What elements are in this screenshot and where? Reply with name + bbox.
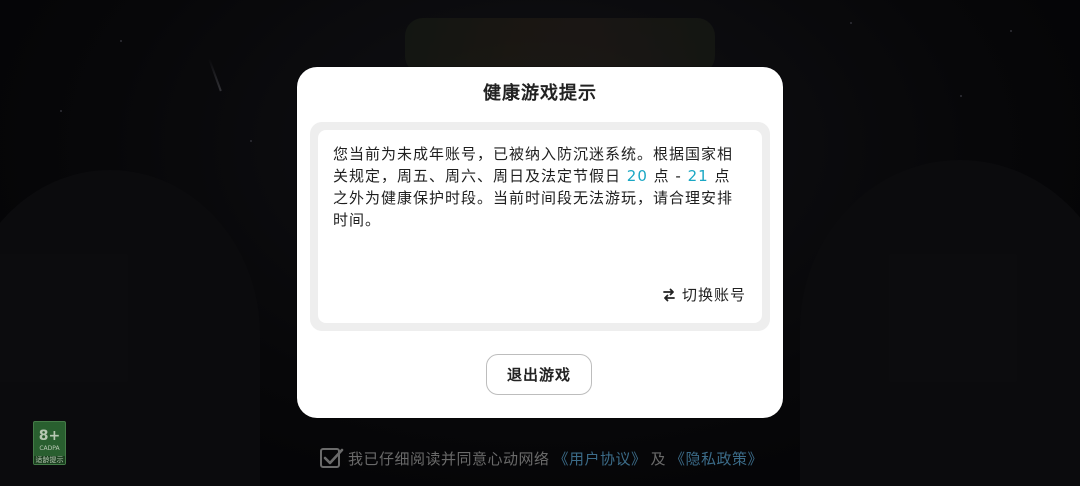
agreement-checkbox[interactable] xyxy=(320,448,344,468)
message-panel: 您当前为未成年账号，已被纳入防沉迷系统。根据国家相关规定，周五、周六、周日及法定… xyxy=(318,130,762,323)
agreement-text: 我已仔细阅读并同意心动网络 xyxy=(348,449,550,468)
swap-arrows-icon xyxy=(662,288,676,302)
agreement-row: 我已仔细阅读并同意心动网络 《用户协议》 及 《隐私政策》 xyxy=(320,446,763,470)
age-rating-value: 8+ xyxy=(38,428,61,444)
age-rating-org: CADPA xyxy=(39,445,60,452)
allowed-start-hour: 20 xyxy=(626,167,648,185)
checkmark-icon xyxy=(323,448,344,465)
agreement-and-text: 及 xyxy=(650,449,667,468)
age-rating-caption: 适龄提示 xyxy=(34,456,65,464)
privacy-policy-link[interactable]: 《隐私政策》 xyxy=(670,448,763,469)
switch-account-label: 切换账号 xyxy=(681,286,746,304)
dialog-title: 健康游戏提示 xyxy=(483,83,597,104)
allowed-end-hour: 21 xyxy=(687,167,709,185)
user-agreement-link[interactable]: 《用户协议》 xyxy=(554,448,647,469)
message-part-2: 点 - xyxy=(647,167,688,185)
healthy-gaming-dialog: 健康游戏提示 您当前为未成年账号，已被纳入防沉迷系统。根据国家相关规定，周五、周… xyxy=(297,67,783,418)
message-box: 您当前为未成年账号，已被纳入防沉迷系统。根据国家相关规定，周五、周六、周日及法定… xyxy=(310,122,770,331)
switch-account-button[interactable]: 切换账号 xyxy=(662,284,746,305)
age-rating-badge[interactable]: 8+ CADPA 适龄提示 xyxy=(33,421,66,465)
anti-addiction-message: 您当前为未成年账号，已被纳入防沉迷系统。根据国家相关规定，周五、周六、周日及法定… xyxy=(333,143,743,231)
exit-game-button[interactable]: 退出游戏 xyxy=(486,354,592,395)
